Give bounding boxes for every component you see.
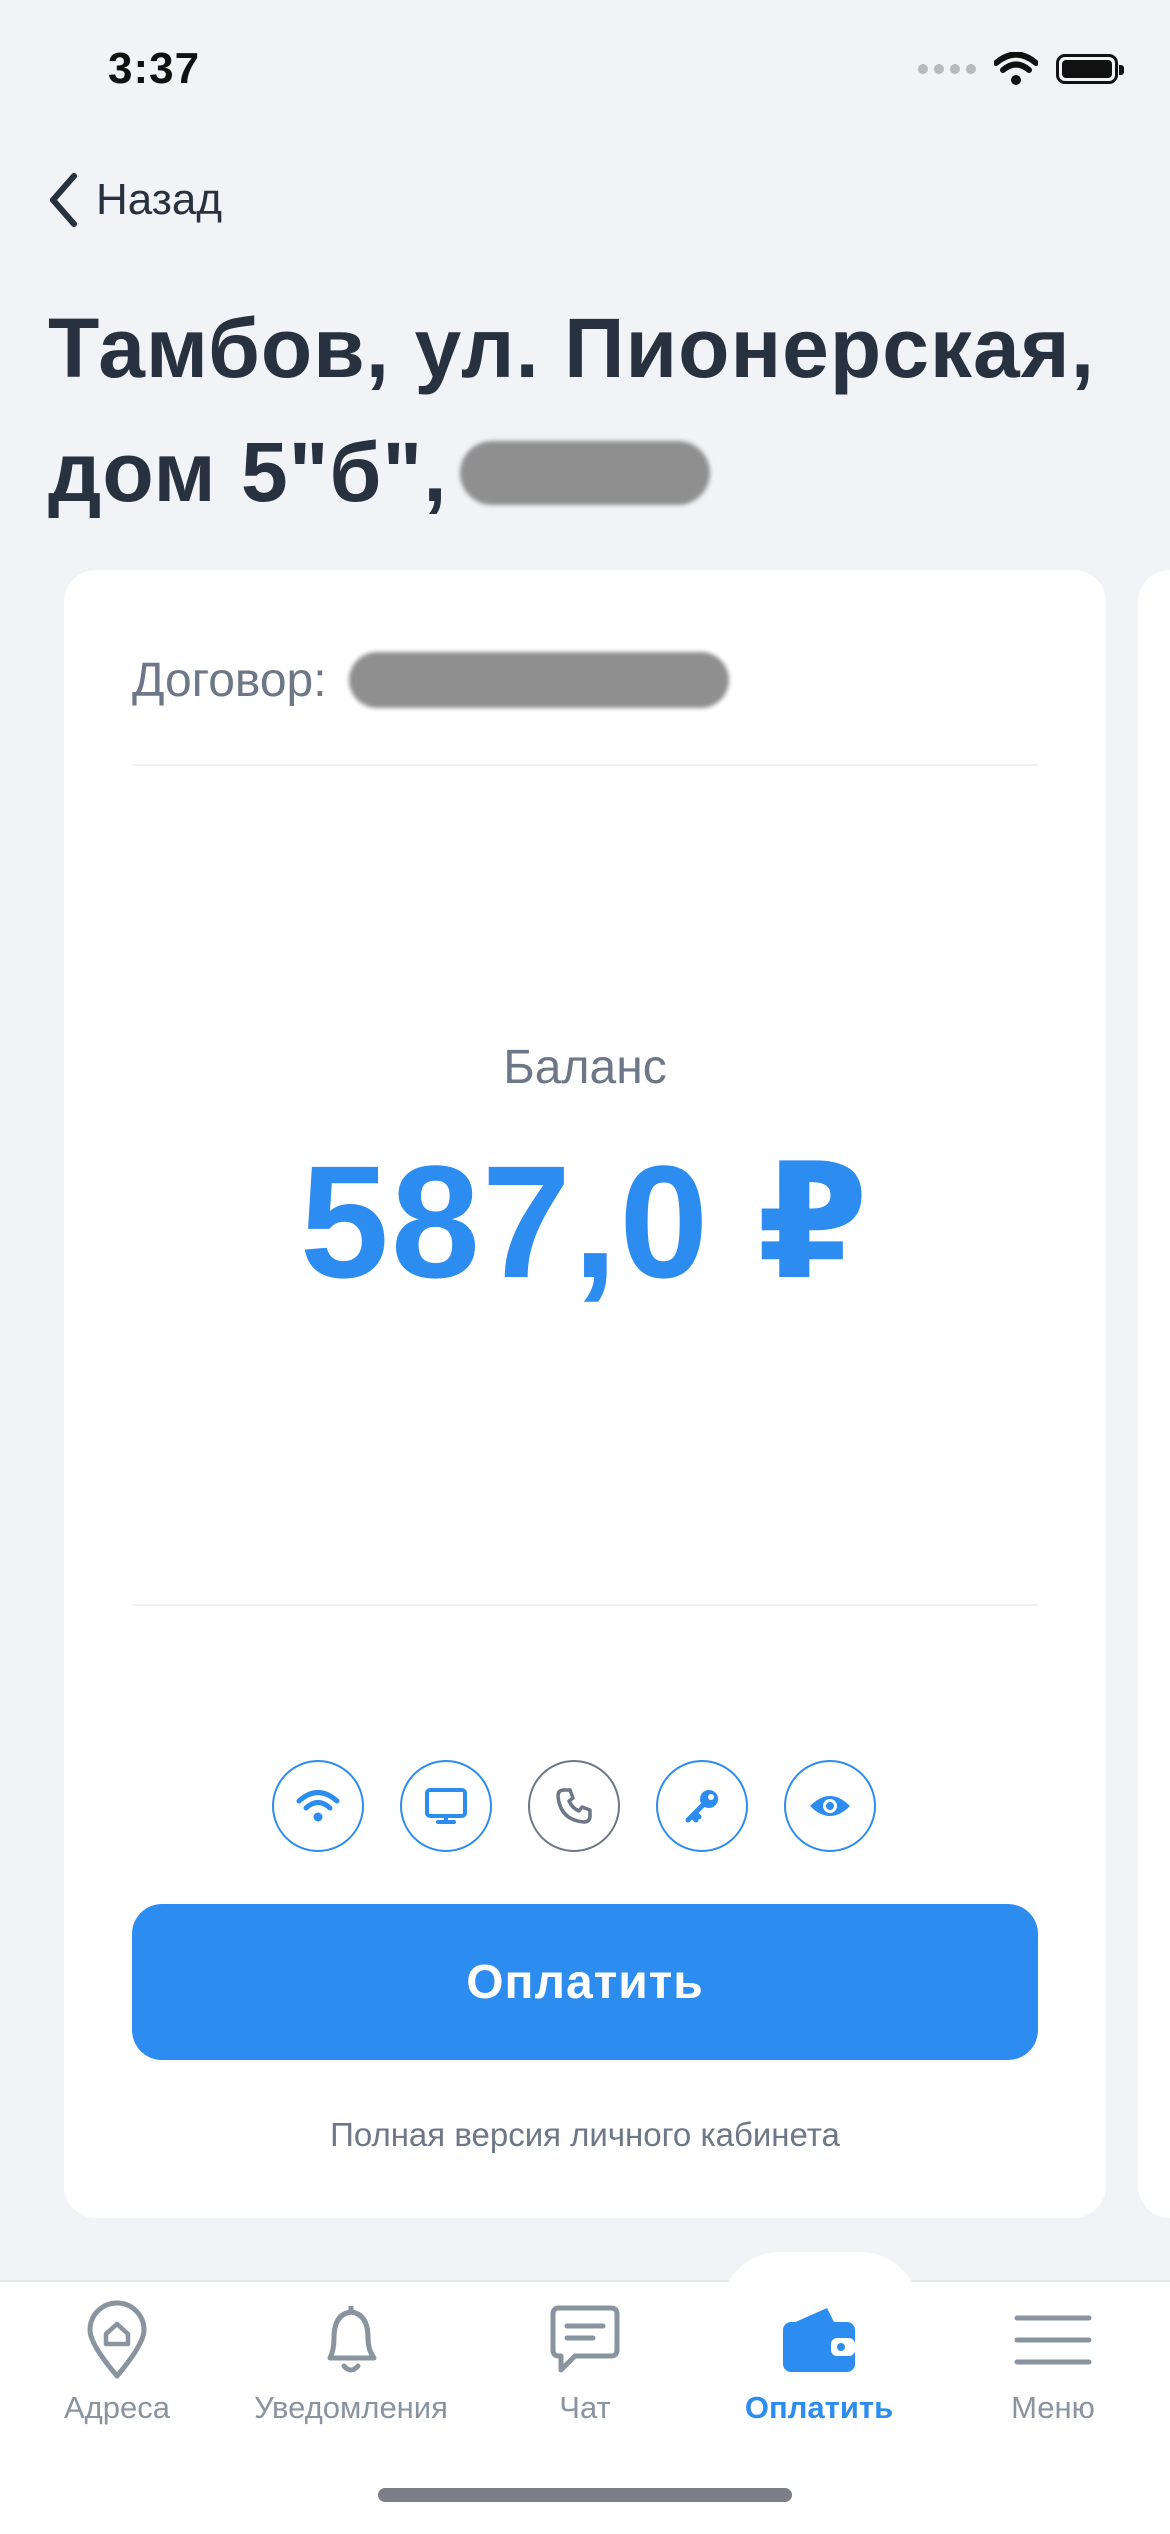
- contract-row: Договор:: [132, 652, 729, 708]
- service-intercom-button[interactable]: [656, 1760, 748, 1852]
- tv-icon: [425, 1788, 467, 1824]
- key-icon: [685, 1790, 718, 1823]
- back-button[interactable]: Назад: [48, 172, 222, 228]
- status-time: 3:37: [108, 44, 201, 93]
- tab-chat[interactable]: Чат: [468, 2300, 702, 2426]
- status-icons: [918, 52, 1124, 86]
- eye-icon: [810, 1796, 850, 1816]
- bell-icon: [327, 2306, 377, 2373]
- cellular-signal-icon: [918, 64, 976, 74]
- wifi-icon: [296, 1790, 340, 1822]
- page-title-line2-text: дом 5"б",: [48, 425, 448, 519]
- full-version-link[interactable]: Полная версия личного кабинета: [0, 2116, 1170, 2154]
- address-pin-icon: [87, 2300, 147, 2379]
- tab-notifications[interactable]: Уведомления: [234, 2300, 468, 2426]
- tab-menu-label: Меню: [1011, 2390, 1095, 2425]
- service-internet-button[interactable]: [272, 1760, 364, 1852]
- tab-addresses[interactable]: Адреса: [0, 2300, 234, 2426]
- service-phone-button[interactable]: [528, 1760, 620, 1852]
- tab-pay[interactable]: Оплатить: [702, 2300, 936, 2426]
- chat-icon: [550, 2305, 620, 2373]
- pay-button[interactable]: Оплатить: [132, 1904, 1038, 2060]
- tab-addresses-label: Адреса: [64, 2390, 170, 2425]
- balance-value: 587,0 ₽: [299, 1132, 871, 1311]
- tab-chat-label: Чат: [559, 2390, 611, 2425]
- page-title-line2: дом 5"б",: [48, 424, 710, 521]
- page-title-line1: Тамбов, ул. Пионерская,: [48, 301, 1096, 395]
- back-label: Назад: [96, 175, 223, 224]
- divider-top: [132, 764, 1038, 766]
- next-card-peek[interactable]: [1138, 570, 1170, 2218]
- divider-bottom: [132, 1604, 1038, 1606]
- tab-notifications-label: Уведомления: [254, 2390, 448, 2425]
- redacted-apartment: [459, 440, 710, 505]
- tab-pay-label: Оплатить: [744, 2390, 894, 2425]
- chevron-left-icon: [50, 173, 77, 227]
- phone-icon: [556, 1788, 592, 1824]
- tab-menu[interactable]: Меню: [936, 2300, 1170, 2426]
- wallet-icon: [783, 2308, 855, 2372]
- service-tv-button[interactable]: [400, 1760, 492, 1852]
- battery-icon: [1056, 54, 1124, 84]
- wifi-status-icon: [994, 52, 1038, 85]
- redacted-contract-number: [348, 652, 729, 708]
- home-indicator: [378, 2488, 792, 2502]
- service-icons: [272, 1760, 876, 1852]
- service-video-button[interactable]: [784, 1760, 876, 1852]
- contract-label: Договор:: [132, 653, 327, 707]
- balance-label: Баланс: [503, 1041, 667, 1094]
- menu-icon: [1014, 2315, 1092, 2365]
